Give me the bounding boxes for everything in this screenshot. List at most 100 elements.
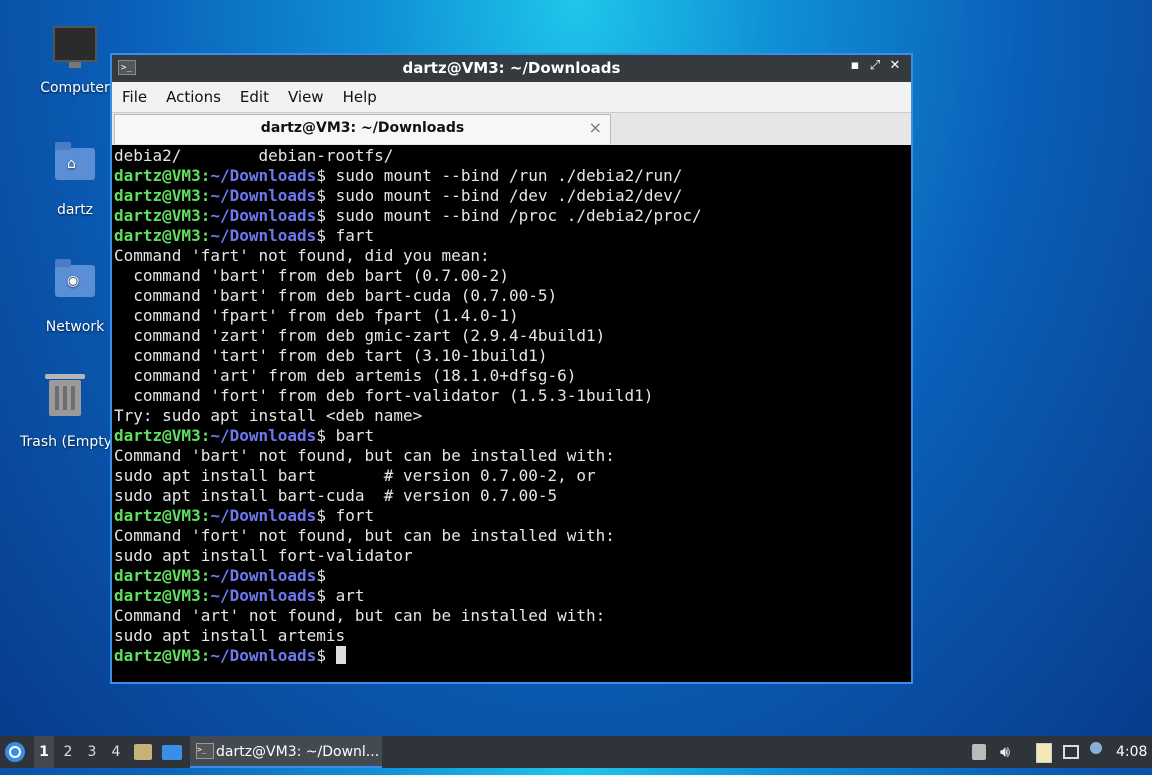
prompt-path: ~/Downloads (210, 646, 317, 665)
terminal-line: command 'fort' from deb fort-validator (… (114, 386, 654, 405)
terminal-line: command 'bart' from deb bart (0.7.00-2) (114, 266, 509, 285)
prompt-dollar: $ (316, 646, 326, 665)
terminal-line: sudo apt install fort-validator (114, 546, 413, 565)
home-folder-icon: ⌂ (51, 142, 99, 196)
menu-help[interactable]: Help (333, 82, 386, 106)
command-text: bart (325, 426, 375, 445)
file-manager-icon (134, 744, 152, 760)
keyboard-icon[interactable] (972, 736, 990, 768)
prompt-separator: : (200, 206, 211, 225)
app-menu-icon (5, 742, 25, 762)
minimize-button[interactable]: ▪ (845, 58, 865, 73)
terminal-line: command 'fpart' from deb fpart (1.4.0-1) (114, 306, 519, 325)
prompt-separator: : (200, 586, 211, 605)
terminal-line: Command 'fart' not found, did you mean: (114, 246, 490, 265)
terminal-line: dartz@VM3:~/Downloads$ bart (114, 426, 911, 446)
trash-icon (41, 374, 89, 428)
terminal-line: debia2/ debian-rootfs/ (114, 146, 394, 165)
menu-view[interactable]: View (278, 82, 333, 106)
taskbar-task-terminal[interactable]: >_ dartz@VM3: ~/Downl... (190, 736, 382, 768)
window-titlebar[interactable]: >_ dartz@VM3: ~/Downloads ▪ ⤢ ✕ (112, 55, 911, 82)
show-desktop-launcher[interactable] (162, 736, 184, 768)
terminal-line: command 'art' from deb artemis (18.1.0+d… (114, 366, 577, 385)
prompt-path: ~/Downloads (210, 426, 317, 445)
terminal-line: sudo apt install artemis (114, 626, 346, 645)
prompt-path: ~/Downloads (210, 506, 317, 525)
prompt-dollar: $ (316, 166, 326, 185)
prompt-user: dartz@VM3 (114, 506, 201, 525)
prompt-user: dartz@VM3 (114, 586, 201, 605)
prompt-user: dartz@VM3 (114, 206, 201, 225)
terminal-line: dartz@VM3:~/Downloads$ (114, 646, 911, 666)
command-text: sudo mount --bind /dev ./debia2/dev/ (325, 186, 683, 205)
prompt-path: ~/Downloads (210, 566, 317, 585)
app-menu-button[interactable] (4, 736, 30, 768)
prompt-dollar: $ (316, 426, 326, 445)
terminal-icon: >_ (196, 743, 214, 759)
prompt-separator: : (200, 426, 211, 445)
close-button[interactable]: ✕ (885, 58, 905, 73)
prompt-separator: : (200, 186, 211, 205)
terminal-window[interactable]: >_ dartz@VM3: ~/Downloads ▪ ⤢ ✕ File Action… (110, 53, 913, 684)
prompt-path: ~/Downloads (210, 166, 317, 185)
desktop-icon (162, 745, 182, 760)
prompt-separator: : (200, 166, 211, 185)
terminal-line: dartz@VM3:~/Downloads$ sudo mount --bind… (114, 166, 911, 186)
computer-icon (51, 26, 99, 74)
prompt-path: ~/Downloads (210, 206, 317, 225)
file-manager-launcher[interactable] (134, 736, 156, 768)
prompt-separator: : (200, 226, 211, 245)
workspace-3[interactable]: 3 (82, 736, 102, 768)
task-label: dartz@VM3: ~/Downl... (216, 744, 380, 760)
prompt-separator: : (200, 566, 211, 585)
window-title: dartz@VM3: ~/Downloads (402, 59, 621, 77)
prompt-user: dartz@VM3 (114, 646, 201, 665)
terminal-line: dartz@VM3:~/Downloads$ fort (114, 506, 911, 526)
terminal-line: command 'bart' from deb bart-cuda (0.7.0… (114, 286, 558, 305)
clock[interactable]: 4:08 (1116, 736, 1147, 768)
prompt-dollar: $ (316, 566, 326, 585)
terminal-line: sudo apt install bart # version 0.7.00-2… (114, 466, 596, 485)
workspace-1[interactable]: 1 (34, 736, 54, 768)
workspace-2[interactable]: 2 (58, 736, 78, 768)
terminal-line: Try: sudo apt install <deb name> (114, 406, 423, 425)
prompt-user: dartz@VM3 (114, 566, 201, 585)
notification-icon[interactable] (1090, 736, 1106, 768)
terminal-output[interactable]: debia2/ debian-rootfs/dartz@VM3:~/Downlo… (114, 146, 911, 682)
clipboard-icon[interactable] (1036, 736, 1056, 768)
tab-bar: dartz@VM3: ~/Downloads × (112, 113, 911, 145)
terminal-line: Command 'fort' not found, but can be ins… (114, 526, 615, 545)
prompt-dollar: $ (316, 186, 326, 205)
command-text (326, 646, 336, 665)
menu-actions[interactable]: Actions (156, 82, 230, 106)
command-text: sudo mount --bind /proc ./debia2/proc/ (325, 206, 702, 225)
workspace-4[interactable]: 4 (106, 736, 126, 768)
prompt-user: dartz@VM3 (114, 166, 201, 185)
text-cursor (335, 646, 346, 664)
prompt-path: ~/Downloads (210, 186, 317, 205)
terminal-line: dartz@VM3:~/Downloads$ sudo mount --bind… (114, 206, 911, 226)
network-folder-icon: ◉ (51, 259, 99, 313)
terminal-line: sudo apt install bart-cuda # version 0.7… (114, 486, 558, 505)
taskbar: 1 2 3 4 >_ dartz@VM3: ~/Downl... 🔊︎ 4:08 (0, 736, 1152, 768)
prompt-dollar: $ (316, 586, 326, 605)
volume-icon[interactable]: 🔊︎ (1000, 736, 1022, 768)
prompt-user: dartz@VM3 (114, 186, 201, 205)
menu-edit[interactable]: Edit (230, 82, 278, 106)
tab-terminal[interactable]: dartz@VM3: ~/Downloads × (114, 114, 611, 144)
desktop-icon-trash[interactable]: Trash (Empty) (20, 372, 110, 450)
prompt-separator: : (200, 646, 211, 665)
tab-close-icon[interactable]: × (589, 118, 602, 137)
prompt-dollar: $ (316, 226, 326, 245)
terminal-line: command 'zart' from deb gmic-zart (2.9.4… (114, 326, 606, 345)
prompt-user: dartz@VM3 (114, 426, 201, 445)
terminal-line: Command 'bart' not found, but can be ins… (114, 446, 615, 465)
menu-bar: File Actions Edit View Help (112, 82, 911, 113)
maximize-button[interactable]: ⤢ (865, 58, 885, 73)
terminal-line: dartz@VM3:~/Downloads$ fart (114, 226, 911, 246)
terminal-line: dartz@VM3:~/Downloads$ sudo mount --bind… (114, 186, 911, 206)
prompt-path: ~/Downloads (210, 226, 317, 245)
menu-file[interactable]: File (112, 82, 156, 106)
terminal-line: command 'tart' from deb tart (3.10-1buil… (114, 346, 548, 365)
network-icon[interactable] (1063, 736, 1083, 768)
